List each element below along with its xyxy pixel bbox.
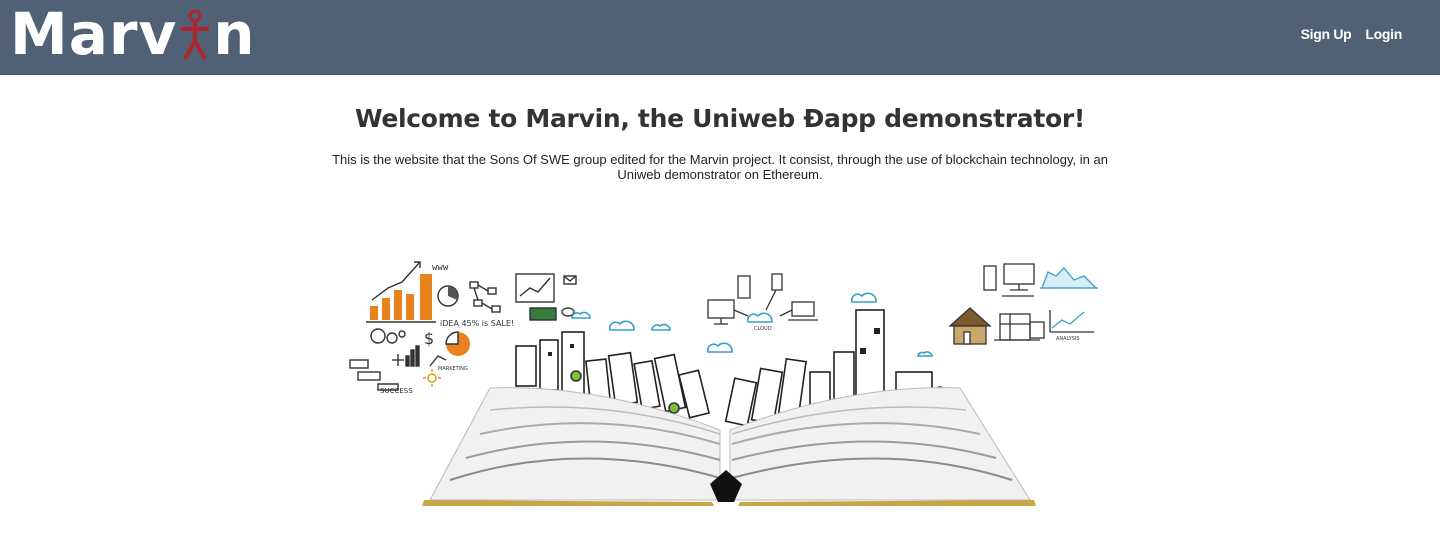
brand-logo[interactable]: Marv n [10, 4, 256, 64]
svg-text:$: $ [424, 329, 434, 348]
brand-text-start: Marv [10, 0, 178, 68]
nav-links: Sign Up Login [1301, 26, 1403, 42]
signup-link[interactable]: Sign Up [1301, 26, 1352, 42]
intro-paragraph: This is the website that the Sons Of SWE… [332, 152, 1108, 182]
business-doodles-right: ANALYSIS [948, 263, 1098, 345]
page-title: Welcome to Marvin, the Uniweb Đapp demon… [354, 104, 1086, 133]
analysis-label: ANALYSIS [1056, 336, 1080, 342]
idea-sale-label: iDEA 45% is SALE! [440, 319, 514, 328]
login-link[interactable]: Login [1365, 26, 1402, 42]
computer-network-icons: CLOUD [707, 273, 818, 332]
cloud-label: CLOUD [754, 326, 772, 332]
hero-illustration: www iDEA 45% is SALE! $ SUCCESS MARKETIN… [340, 248, 1110, 510]
top-navbar: Marv n Sign Up Login [0, 0, 1440, 75]
success-label: SUCCESS [380, 387, 413, 395]
brand-text-end: n [213, 0, 256, 68]
person-figure-icon [178, 9, 212, 60]
www-label: www [432, 263, 449, 273]
open-book-city-illustration: www iDEA 45% is SALE! $ SUCCESS MARKETIN… [349, 261, 1098, 506]
marketing-label: MARKETING [438, 366, 468, 372]
